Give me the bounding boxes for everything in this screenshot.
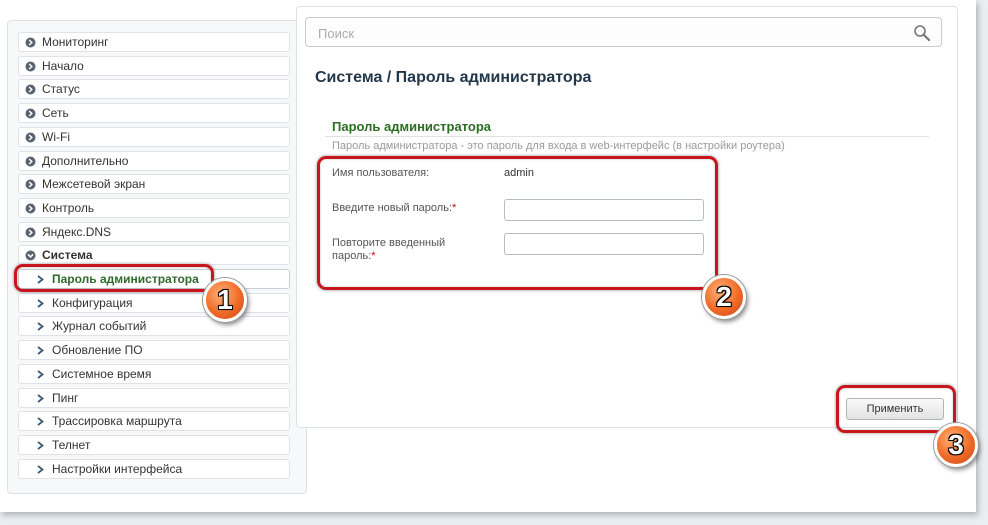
sidebar-item-7[interactable]: Контроль: [18, 198, 290, 218]
sidebar-item-9[interactable]: Система: [18, 245, 290, 265]
sidebar-item-0[interactable]: Мониторинг: [18, 32, 290, 52]
chevron-circle-right-icon: [25, 61, 36, 72]
search-input[interactable]: [316, 23, 880, 43]
highlight-box-3: [836, 385, 956, 433]
sidebar-item-14[interactable]: Системное время: [18, 364, 290, 384]
sidebar-item-label: Wi-Fi: [42, 130, 70, 144]
sidebar-item-label: Мониторинг: [42, 35, 109, 49]
sidebar-item-13[interactable]: Обновление ПО: [18, 340, 290, 360]
sidebar-item-label: Системное время: [52, 367, 152, 381]
chevron-circle-right-icon: [25, 156, 36, 167]
arrow-right-icon: [37, 345, 44, 356]
chevron-circle-right-icon: [25, 84, 36, 95]
chevron-circle-right-icon: [25, 108, 36, 119]
page-title: Система / Пароль администратора: [315, 69, 592, 86]
chevron-circle-right-icon: [25, 203, 36, 214]
chevron-circle-right-icon: [25, 227, 36, 238]
sidebar-item-3[interactable]: Сеть: [18, 103, 290, 123]
sidebar-item-12[interactable]: Журнал событий: [18, 316, 290, 336]
arrow-right-icon: [37, 369, 44, 380]
sidebar-item-18[interactable]: Настройки интерфейса: [18, 459, 290, 479]
sidebar-item-label: Телнет: [52, 438, 91, 452]
sidebar-item-label: Обновление ПО: [52, 343, 143, 357]
sidebar-item-4[interactable]: Wi-Fi: [18, 127, 290, 147]
arrow-right-icon: [37, 464, 44, 475]
sidebar-item-6[interactable]: Межсетевой экран: [18, 174, 290, 194]
chevron-circle-right-icon: [25, 37, 36, 48]
sidebar-item-2[interactable]: Статус: [18, 79, 290, 99]
sidebar-item-label: Трассировка маршрута: [52, 414, 182, 428]
search-icon[interactable]: [913, 24, 931, 42]
sidebar-item-label: Система: [42, 248, 93, 262]
search-box[interactable]: [305, 17, 942, 47]
arrow-right-icon: [37, 416, 44, 427]
sidebar-item-5[interactable]: Дополнительно: [18, 151, 290, 171]
arrow-right-icon: [37, 393, 44, 404]
arrow-right-icon: [37, 440, 44, 451]
step-badge-1: 1: [203, 278, 247, 322]
arrow-right-icon: [37, 321, 44, 332]
sidebar-item-16[interactable]: Трассировка маршрута: [18, 411, 290, 431]
sidebar-item-8[interactable]: Яндекс.DNS: [18, 222, 290, 242]
section-description: Пароль администратора - это пароль для в…: [332, 140, 785, 152]
sidebar-item-label: Настройки интерфейса: [52, 462, 183, 476]
sidebar-item-label: Пинг: [52, 391, 79, 405]
sidebar-item-1[interactable]: Начало: [18, 56, 290, 76]
step-badge-2: 2: [702, 275, 746, 319]
chevron-circle-down-icon: [25, 250, 36, 261]
sidebar-item-15[interactable]: Пинг: [18, 388, 290, 408]
sidebar-item-label: Дополнительно: [42, 154, 129, 168]
highlight-box-1: [14, 264, 214, 292]
sidebar-item-label: Начало: [42, 59, 84, 73]
sidebar-item-11[interactable]: Конфигурация: [18, 293, 290, 313]
sidebar-item-label: Межсетевой экран: [42, 177, 146, 191]
sidebar-item-label: Журнал событий: [52, 319, 147, 333]
chevron-circle-right-icon: [25, 179, 36, 190]
sidebar-menu: Мониторинг Начало Статус Сеть Wi-Fi Дополните…: [7, 20, 307, 494]
highlight-box-2: [317, 156, 718, 290]
section-divider: [325, 136, 929, 137]
arrow-right-icon: [37, 298, 44, 309]
section-title: Пароль администратора: [332, 119, 492, 134]
sidebar-item-label: Сеть: [42, 106, 69, 120]
sidebar-item-label: Статус: [42, 82, 80, 96]
chevron-circle-right-icon: [25, 132, 36, 143]
sidebar-item-label: Конфигурация: [52, 296, 133, 310]
router-web-ui: Мониторинг Начало Статус Сеть Wi-Fi Дополните…: [0, 0, 978, 512]
step-badge-3: 3: [934, 423, 978, 467]
sidebar-item-label: Яндекс.DNS: [42, 225, 112, 239]
sidebar-item-17[interactable]: Телнет: [18, 435, 290, 455]
sidebar-item-label: Контроль: [42, 201, 95, 215]
